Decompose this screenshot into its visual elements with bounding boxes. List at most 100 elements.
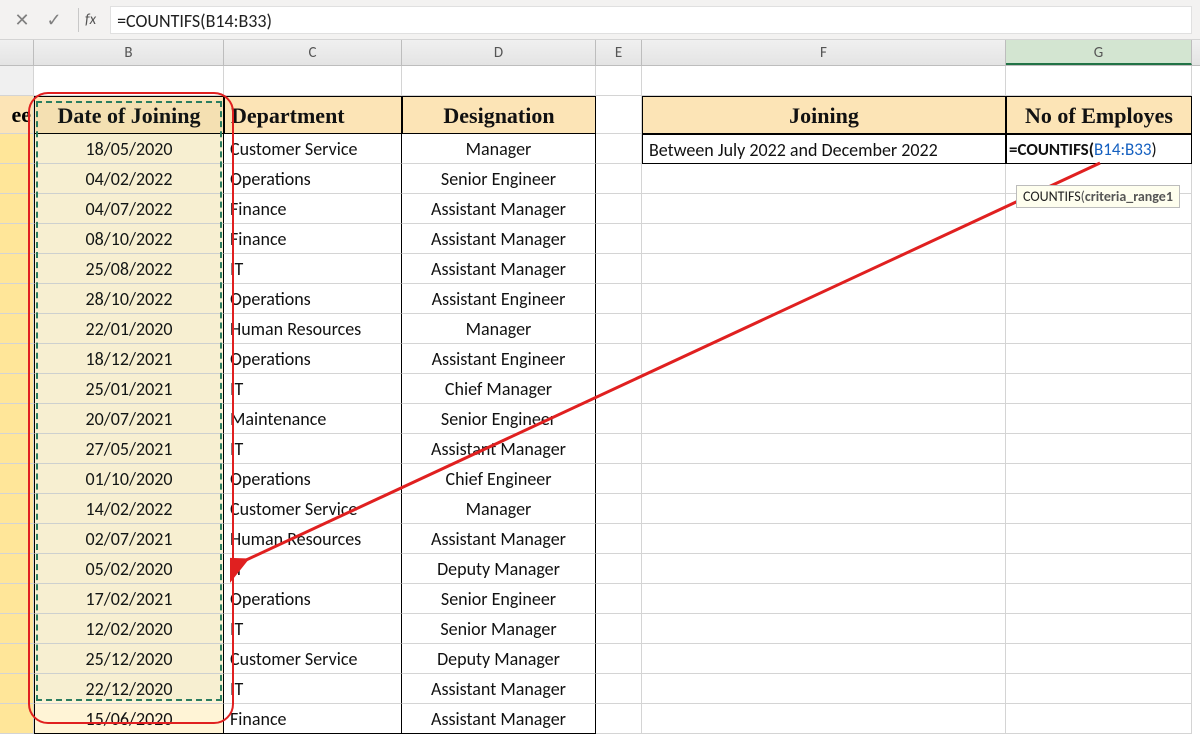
header-employees[interactable]: No of Employes: [1006, 96, 1192, 134]
row-gutter[interactable]: [0, 494, 34, 524]
row-gutter[interactable]: [0, 584, 34, 614]
row-gutter[interactable]: [0, 644, 34, 674]
cell[interactable]: [642, 344, 1006, 374]
cell[interactable]: [1006, 254, 1192, 284]
cell[interactable]: [1006, 464, 1192, 494]
cell[interactable]: [596, 494, 642, 524]
employee-header-partial[interactable]: ee: [0, 96, 34, 134]
cell[interactable]: [1006, 494, 1192, 524]
cell[interactable]: [1006, 314, 1192, 344]
cell-department[interactable]: IT: [224, 674, 402, 704]
cell-date[interactable]: 05/02/2020: [34, 554, 224, 584]
cell[interactable]: [1006, 584, 1192, 614]
row-gutter[interactable]: [0, 704, 34, 734]
cell-date[interactable]: 28/10/2022: [34, 284, 224, 314]
cell-designation[interactable]: Senior Manager: [402, 614, 596, 644]
cell-date[interactable]: 04/07/2022: [34, 194, 224, 224]
header-department[interactable]: Department: [224, 96, 402, 134]
cell-department[interactable]: Human Resources: [224, 524, 402, 554]
cell-date[interactable]: 18/12/2021: [34, 344, 224, 374]
cell[interactable]: [642, 494, 1006, 524]
cell-department[interactable]: Customer Service: [224, 644, 402, 674]
cell[interactable]: [596, 374, 642, 404]
cell-date[interactable]: 04/02/2022: [34, 164, 224, 194]
row-gutter[interactable]: [0, 224, 34, 254]
cell-department[interactable]: Operations: [224, 284, 402, 314]
cell-designation[interactable]: Senior Engineer: [402, 164, 596, 194]
cell-department[interactable]: Customer Service: [224, 134, 402, 164]
cell-department[interactable]: IT: [224, 554, 402, 584]
cell[interactable]: [596, 134, 642, 164]
cell-department[interactable]: IT: [224, 614, 402, 644]
cell[interactable]: [596, 254, 642, 284]
row-gutter[interactable]: [0, 404, 34, 434]
cell[interactable]: [642, 224, 1006, 254]
row-gutter[interactable]: [0, 66, 34, 96]
cell[interactable]: [642, 584, 1006, 614]
cell[interactable]: [642, 374, 1006, 404]
cell[interactable]: [402, 66, 596, 96]
col-header-E[interactable]: E: [596, 40, 642, 65]
cell[interactable]: [642, 164, 1006, 194]
cell[interactable]: [596, 284, 642, 314]
cell[interactable]: [642, 704, 1006, 734]
cell-department[interactable]: Operations: [224, 464, 402, 494]
cell[interactable]: [596, 464, 642, 494]
col-header-G[interactable]: G: [1006, 40, 1192, 65]
cell-date[interactable]: 12/02/2020: [34, 614, 224, 644]
row-gutter[interactable]: [0, 434, 34, 464]
cell[interactable]: [596, 96, 642, 134]
row-gutter[interactable]: [0, 524, 34, 554]
row-gutter[interactable]: [0, 554, 34, 584]
cell[interactable]: [1006, 344, 1192, 374]
cell-designation[interactable]: Assistant Manager: [402, 194, 596, 224]
cell[interactable]: [596, 674, 642, 704]
cell-date[interactable]: 20/07/2021: [34, 404, 224, 434]
cell[interactable]: [642, 644, 1006, 674]
row-gutter[interactable]: [0, 614, 34, 644]
cell-date[interactable]: 27/05/2021: [34, 434, 224, 464]
cell[interactable]: [642, 254, 1006, 284]
row-gutter[interactable]: [0, 134, 34, 164]
cell-date[interactable]: 22/01/2020: [34, 314, 224, 344]
row-gutter[interactable]: [0, 314, 34, 344]
cell-department[interactable]: Operations: [224, 164, 402, 194]
cell[interactable]: [596, 224, 642, 254]
cell-department[interactable]: Maintenance: [224, 404, 402, 434]
cell[interactable]: [1006, 66, 1192, 96]
row-gutter[interactable]: [0, 674, 34, 704]
cancel-formula-button[interactable]: ✕: [8, 6, 36, 34]
cell[interactable]: [596, 314, 642, 344]
select-all-corner[interactable]: [0, 40, 34, 65]
cell-designation[interactable]: Deputy Manager: [402, 554, 596, 584]
cell-date[interactable]: 01/10/2020: [34, 464, 224, 494]
cell-designation[interactable]: Chief Engineer: [402, 464, 596, 494]
cell[interactable]: [1006, 614, 1192, 644]
cell-date[interactable]: 14/02/2022: [34, 494, 224, 524]
cell-designation[interactable]: Manager: [402, 314, 596, 344]
cell[interactable]: [1006, 644, 1192, 674]
cell-department[interactable]: Customer Service: [224, 494, 402, 524]
cell-designation[interactable]: Senior Engineer: [402, 584, 596, 614]
cell[interactable]: [1006, 284, 1192, 314]
cell-department[interactable]: IT: [224, 254, 402, 284]
header-joining[interactable]: Joining: [642, 96, 1006, 134]
spreadsheet-grid[interactable]: ee Date of Joining Department Designatio…: [0, 66, 1200, 734]
cell[interactable]: [642, 284, 1006, 314]
cell-department[interactable]: Operations: [224, 344, 402, 374]
cell-designation[interactable]: Senior Engineer: [402, 404, 596, 434]
cell-department[interactable]: Finance: [224, 194, 402, 224]
cell-designation[interactable]: Assistant Manager: [402, 434, 596, 464]
cell[interactable]: [596, 404, 642, 434]
cell-date[interactable]: 25/01/2021: [34, 374, 224, 404]
cell-date[interactable]: 02/07/2021: [34, 524, 224, 554]
cell[interactable]: [1006, 554, 1192, 584]
cell-date[interactable]: 25/08/2022: [34, 254, 224, 284]
cell[interactable]: [642, 464, 1006, 494]
cell-designation[interactable]: Assistant Manager: [402, 254, 596, 284]
cell-department[interactable]: IT: [224, 434, 402, 464]
formula-entry-cell[interactable]: =COUNTIFS(B14:B33): [1006, 134, 1192, 164]
cell[interactable]: [596, 194, 642, 224]
cell-date[interactable]: 22/12/2020: [34, 674, 224, 704]
cell-department[interactable]: Finance: [224, 704, 402, 734]
